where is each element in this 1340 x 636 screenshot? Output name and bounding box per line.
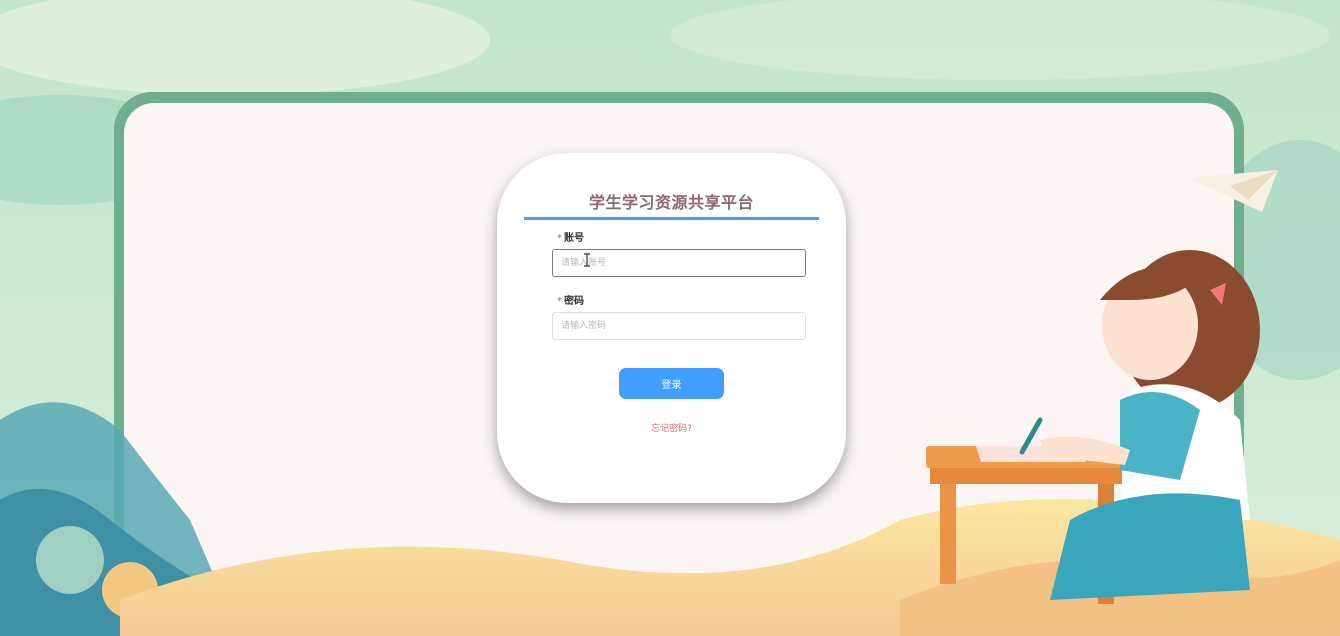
- title-underline: [524, 217, 819, 220]
- required-mark: *: [557, 233, 562, 244]
- text-cursor-icon: [584, 253, 590, 267]
- page-title: 学生学习资源共享平台: [588, 193, 754, 212]
- account-label: * 账号: [557, 229, 584, 244]
- password-label: * 密码: [557, 292, 584, 307]
- account-label-text: 账号: [564, 233, 584, 244]
- login-card: 学生学习资源共享平台 *账号 *密码 登录 忘记密码?: [497, 153, 846, 503]
- forgot-password-link[interactable]: 忘记密码?: [497, 421, 846, 434]
- password-label-text: 密码: [564, 296, 584, 307]
- required-mark: *: [557, 296, 562, 307]
- password-input[interactable]: [552, 312, 806, 340]
- login-button[interactable]: 登录: [619, 368, 724, 399]
